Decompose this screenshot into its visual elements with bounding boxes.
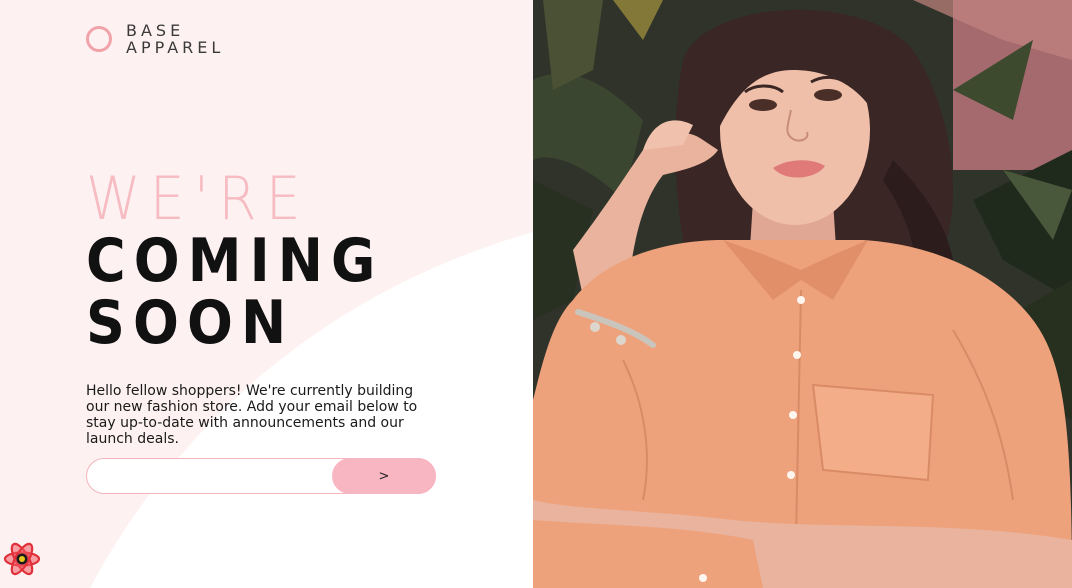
brand-name: BASE APPAREL [126, 22, 224, 56]
email-signup-form: > [86, 458, 436, 494]
hero-photo [533, 0, 1072, 588]
heading-bold-line-2: SOON [86, 288, 295, 358]
brand-name-line-1: BASE [126, 21, 185, 40]
heading-bold-line-1: COMING [86, 226, 384, 296]
brand-logo[interactable]: BASE APPAREL [86, 22, 224, 56]
woman-in-orange-shirt-photo [533, 0, 1072, 588]
coming-soon-page: BASE APPAREL WE'RE COMING SOON Hello fel… [0, 0, 1072, 588]
logo-circle-icon [86, 26, 112, 52]
content-panel: BASE APPAREL WE'RE COMING SOON Hello fel… [0, 0, 533, 588]
intro-text: Hello fellow shoppers! We're currently b… [86, 383, 418, 447]
brand-name-line-2: APPAREL [126, 38, 225, 57]
submit-button[interactable]: > [332, 458, 436, 494]
react-logo-icon[interactable] [2, 539, 42, 579]
heading-light-line: WE'RE [86, 164, 310, 234]
hero-heading: WE'RE COMING SOON [86, 168, 417, 354]
